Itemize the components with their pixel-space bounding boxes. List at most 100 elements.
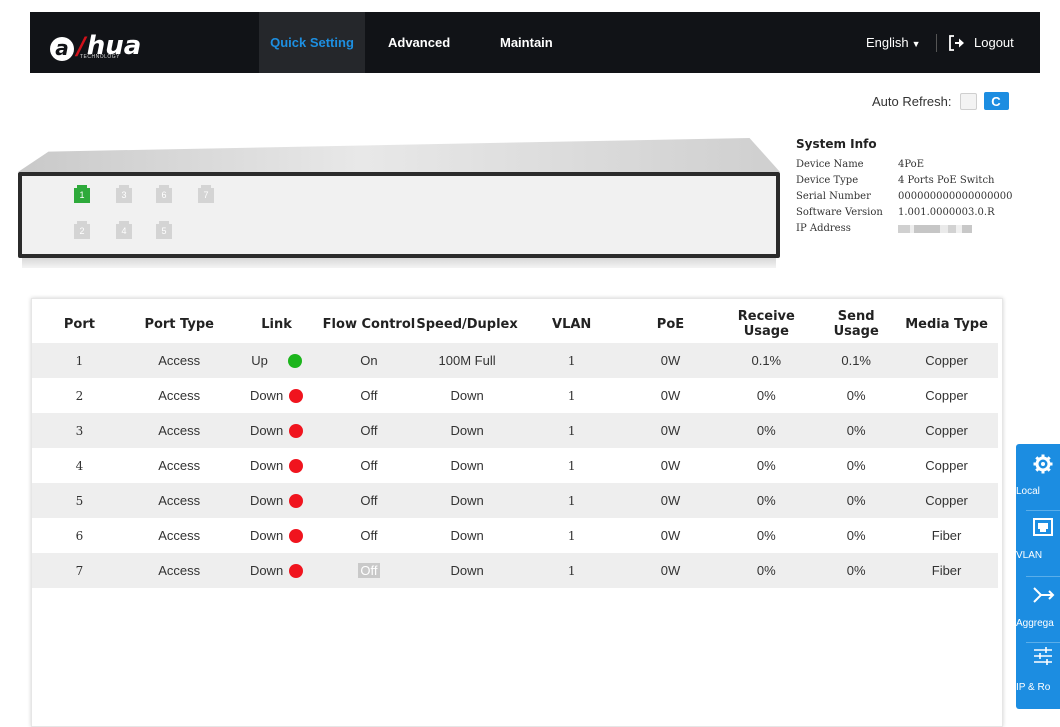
table-row[interactable]: 7 Access Down Off Down 1 0W 0% 0% Fiber [32,553,998,588]
send-usage-cell: 0.1% [817,343,896,378]
port-6-indicator[interactable]: 6 [156,185,172,203]
port-status-table: Port Port Type Link Flow Control Speed/D… [32,299,998,588]
port-cell: 3 [32,413,127,448]
port-2-indicator[interactable]: 2 [74,221,90,239]
link-cell: Up [231,343,322,378]
flow-control-cell: Off [360,458,378,473]
link-down-icon [289,458,304,473]
poe-cell: 0W [660,388,681,403]
side-menu-aggregation[interactable]: Aggrega [1016,576,1060,642]
speed-duplex-cell: Down [416,553,518,588]
table-row[interactable]: 6 Access Down Off Down 1 0W 0% 0% Fiber [32,518,998,553]
port-5-indicator[interactable]: 5 [156,221,172,239]
port-1-indicator[interactable]: 1 [74,185,90,203]
refresh-icon: C [991,93,1001,109]
software-version-value: 1.001.0000003.0.R [898,207,995,218]
logo-subtitle: TECHNOLOGY [80,54,121,60]
link-cell: Down [231,553,322,588]
col-header-receive-usage: Receive Usage [737,309,795,339]
sliders-icon [1034,647,1052,665]
table-row[interactable]: 2 Access Down Off Down 1 0W 0% 0% Copper [32,378,998,413]
vlan-cell: 1 [567,458,576,473]
poe-cell: 0W [625,343,716,378]
table-row[interactable]: 3 Access Down Off Down 1 0W 0% 0% Copper [32,413,998,448]
port-type-cell: Access [158,528,201,543]
col-header-port: Port [63,316,95,332]
table-row[interactable]: 4 Access Down Off Down 1 0W 0% 0% Copper [32,448,998,483]
side-menu-local[interactable]: Local [1016,444,1060,510]
auto-refresh-checkbox[interactable] [959,92,977,110]
speed-duplex-cell: Down [416,483,518,518]
poe-cell: 0W [660,458,681,473]
nav-divider [936,34,937,52]
refresh-button[interactable]: C [983,92,1009,110]
vlan-cell: 1 [517,483,626,518]
link-cell: Down [232,518,322,553]
device-type-label: Device Type [796,175,859,186]
link-text: Down [249,458,284,473]
link-text: Up [251,353,268,368]
poe-cell: 0W [660,528,681,543]
system-info-row: Software Version 1.001.0000003.0.R [796,205,1013,221]
gear-icon [1033,454,1053,474]
dahua-logo: a/hua TECHNOLOGY [50,26,141,61]
media-type-cell: Copper [895,343,998,378]
system-info-title: System Info [796,137,877,151]
speed-duplex-cell: Down [450,528,484,543]
link-cell: Down [232,378,322,413]
col-header-port-type: Port Type [144,316,214,332]
side-quick-menu: Local VLAN Aggrega IP & Ro [1016,444,1060,709]
side-menu-label: VLAN [1016,550,1043,561]
port-type-cell: Access [126,483,232,518]
port-type-cell: Access [126,343,232,378]
port-3-indicator[interactable]: 3 [116,185,132,203]
language-select[interactable]: English ▼ [866,12,921,73]
switch-top-face [18,138,780,172]
aggregation-icon [1033,587,1055,603]
vlan-cell: 1 [567,388,576,403]
device-name-value: 4PoE [898,159,925,170]
port-cell: 6 [75,528,84,543]
poe-cell: 0W [625,553,716,588]
chevron-down-icon: ▼ [911,39,921,49]
vlan-cell: 1 [517,413,626,448]
col-header-vlan: VLAN [552,316,592,332]
media-type-cell: Copper [925,388,968,403]
link-up-icon [287,353,302,368]
link-text: Down [249,493,284,508]
receive-usage-cell: 0.1% [715,343,818,378]
port-cell: 5 [32,483,127,518]
receive-usage-cell: 0% [715,413,818,448]
tab-quick-setting[interactable]: Quick Setting [259,12,365,73]
port-cell: 1 [32,343,127,378]
serial-number-label: Serial Number [796,191,871,202]
tab-advanced[interactable]: Advanced [388,12,458,73]
receive-usage-cell: 0% [756,528,776,543]
table-row[interactable]: 1 Access Up On 100M Full 1 0W 0.1% 0.1% … [32,343,998,378]
vlan-cell: 1 [517,343,626,378]
flow-control-cell: Off [360,388,378,403]
network-port-icon [1033,518,1053,536]
speed-duplex-cell: Down [450,388,484,403]
switch-shadow [22,258,776,268]
logout-button[interactable]: Logout [948,12,1014,73]
port-4-indicator[interactable]: 4 [116,221,132,239]
speed-duplex-cell: 100M Full [416,343,518,378]
table-row[interactable]: 5 Access Down Off Down 1 0W 0% 0% Copper [32,483,998,518]
side-menu-vlan[interactable]: VLAN [1016,510,1060,576]
flow-control-cell: Off [360,528,378,543]
link-down-icon [289,423,304,438]
media-type-cell: Copper [895,413,998,448]
logout-label: Logout [974,35,1014,50]
switch-front-face: 1 3 6 7 2 4 5 [18,172,780,258]
tab-maintain[interactable]: Maintain [500,12,570,73]
receive-usage-cell: 0% [756,458,776,473]
port-type-cell: Access [158,458,201,473]
col-header-send-usage: Send Usage [833,309,879,339]
link-down-icon [289,528,304,543]
port-cell: 2 [75,388,84,403]
port-7-indicator[interactable]: 7 [198,185,214,203]
side-menu-ip-route[interactable]: IP & Ro [1016,642,1060,708]
receive-usage-cell: 0% [715,483,818,518]
speed-duplex-cell: Down [450,458,484,473]
